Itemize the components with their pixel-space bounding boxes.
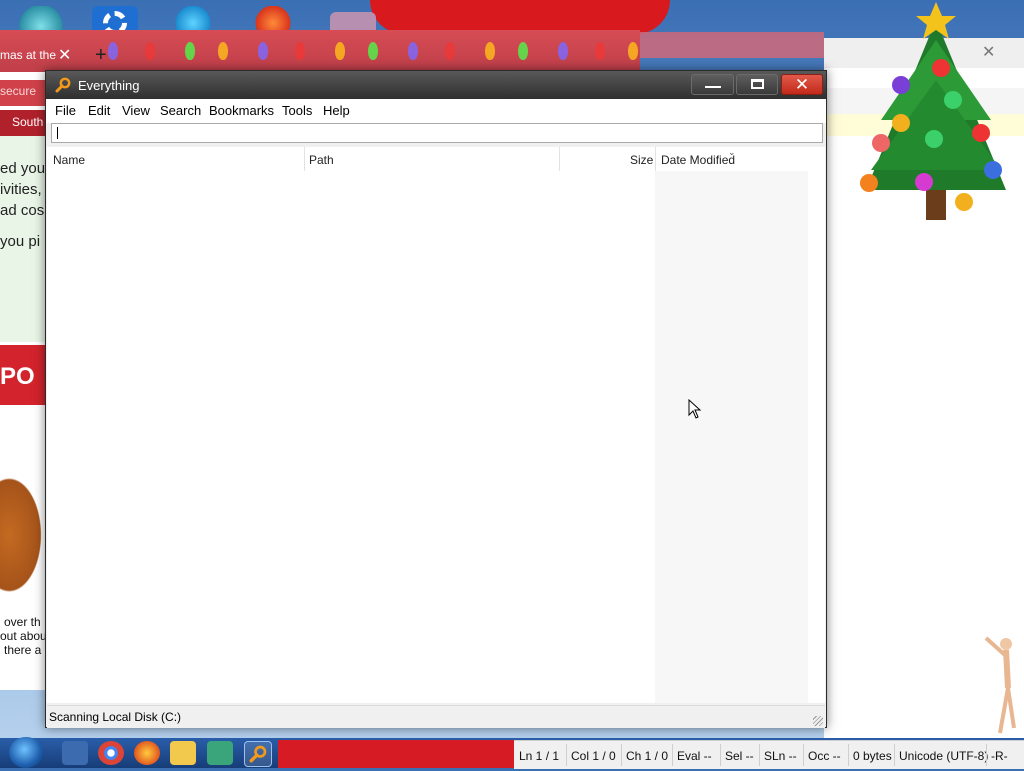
menu-search[interactable]: Search xyxy=(160,103,201,118)
climber-figure-icon xyxy=(984,636,1016,734)
light-bulb xyxy=(558,42,568,60)
close-button[interactable]: ✕ xyxy=(781,74,823,95)
browser-text-line: over th xyxy=(4,615,41,629)
status-separator xyxy=(894,744,895,766)
christmas-lights xyxy=(100,32,640,72)
column-separator[interactable] xyxy=(559,147,560,171)
light-bulb xyxy=(445,42,455,60)
minimize-icon xyxy=(705,86,721,88)
browser-text-line: out abou xyxy=(0,629,47,643)
menu-help[interactable]: Help xyxy=(323,103,350,118)
browser-text-line: you pi xyxy=(0,233,41,250)
results-list[interactable]: Name Path Size Date Modified ⌄ xyxy=(47,147,825,703)
status-separator xyxy=(848,744,849,766)
status-line: Ln 1 / 1 xyxy=(519,749,560,763)
taskbar-firefox-icon[interactable] xyxy=(134,741,160,765)
column-header-date-modified[interactable]: Date Modified xyxy=(661,153,735,177)
minimize-button[interactable] xyxy=(691,74,734,95)
start-button-windows-icon[interactable] xyxy=(9,737,43,768)
light-bulb xyxy=(408,42,418,60)
search-box[interactable] xyxy=(51,123,830,143)
column-separator[interactable] xyxy=(304,147,305,171)
taskbar-file-explorer-icon[interactable] xyxy=(170,741,196,765)
light-bulb xyxy=(145,42,155,60)
status-encoding: Unicode (UTF-8) xyxy=(899,749,989,763)
browser-tab-close-icon[interactable]: ✕ xyxy=(58,45,71,65)
menu-bookmarks[interactable]: Bookmarks xyxy=(209,103,274,118)
fox-illustration xyxy=(0,470,46,600)
browser-tab-title[interactable]: mas at the xyxy=(0,48,56,62)
column-header-path[interactable]: Path xyxy=(309,153,334,177)
taskbar-chrome-icon[interactable] xyxy=(98,741,124,765)
background-window-controls xyxy=(640,32,824,58)
light-bulb xyxy=(108,42,118,60)
menu-view[interactable]: View xyxy=(122,103,150,118)
status-column: Col 1 / 0 xyxy=(571,749,616,763)
everything-window: Everything ✕ File Edit View Search Bookm… xyxy=(45,70,830,728)
list-scroll-area[interactable] xyxy=(808,147,825,703)
browser-text-line: ivities, xyxy=(0,181,42,198)
magnifier-icon xyxy=(55,77,71,93)
column-header-name[interactable]: Name xyxy=(53,153,85,177)
close-icon: ✕ xyxy=(794,75,810,94)
taskbar-show-desktop-icon[interactable] xyxy=(62,741,88,765)
status-text: Scanning Local Disk (C:) xyxy=(49,710,182,724)
light-bulb xyxy=(518,42,528,60)
browser-red-band: PO xyxy=(0,345,50,405)
resize-grip-icon[interactable] xyxy=(813,716,823,726)
browser-nav-link[interactable]: South xyxy=(0,110,50,136)
light-bulb xyxy=(595,42,605,60)
sort-chevron-down-icon: ⌄ xyxy=(728,147,736,157)
menu-file[interactable]: File xyxy=(55,103,76,118)
status-separator xyxy=(759,744,760,766)
browser-text-line: ed your xyxy=(0,160,51,177)
status-separator xyxy=(803,744,804,766)
taskbar-everything-icon[interactable] xyxy=(244,741,272,767)
taskbar-red-area xyxy=(278,740,514,768)
magnifier-icon xyxy=(249,745,267,763)
menu-edit[interactable]: Edit xyxy=(88,103,110,118)
light-bulb xyxy=(258,42,268,60)
column-separator[interactable] xyxy=(655,147,656,171)
menu-bar: File Edit View Search Bookmarks Tools He… xyxy=(46,99,826,123)
status-separator xyxy=(621,744,622,766)
menu-tools[interactable]: Tools xyxy=(282,103,312,118)
status-occurrences: Occ -- xyxy=(808,749,841,763)
maximize-button[interactable] xyxy=(736,74,778,95)
status-eval: Eval -- xyxy=(677,749,712,763)
browser-text-line: there a xyxy=(4,643,42,657)
status-separator xyxy=(566,744,567,766)
light-bulb xyxy=(335,42,345,60)
column-header-size[interactable]: Size xyxy=(630,153,653,177)
light-bulb xyxy=(185,42,195,60)
browser-address-bar[interactable]: secure xyxy=(0,80,50,106)
search-input[interactable] xyxy=(52,124,830,142)
status-selection: Sel -- xyxy=(725,749,754,763)
status-separator xyxy=(720,744,721,766)
date-column-background xyxy=(655,171,808,703)
status-separator xyxy=(986,744,987,766)
light-bulb xyxy=(368,42,378,60)
browser-text-line: ad cos xyxy=(0,202,45,219)
status-char: Ch 1 / 0 xyxy=(626,749,669,763)
light-bulb xyxy=(628,42,638,60)
window-titlebar[interactable]: Everything ✕ xyxy=(46,71,826,99)
status-bytes: 0 bytes xyxy=(853,749,892,763)
status-bar: Scanning Local Disk (C:) xyxy=(47,705,825,728)
window-title: Everything xyxy=(78,78,140,93)
maximize-icon xyxy=(751,79,764,89)
text-caret xyxy=(57,127,58,139)
santa-decoration xyxy=(370,0,670,34)
status-selected-lines: SLn -- xyxy=(764,749,797,763)
mouse-cursor-icon xyxy=(688,399,702,419)
taskbar-app-icon[interactable] xyxy=(207,741,233,765)
light-bulb xyxy=(485,42,495,60)
light-bulb xyxy=(295,42,305,60)
status-read-mode: -R- xyxy=(991,749,1008,763)
browser-lower-text: over th out abou there a xyxy=(0,615,50,685)
christmas-tree-icon xyxy=(860,2,1006,220)
status-separator xyxy=(672,744,673,766)
light-bulb xyxy=(218,42,228,60)
